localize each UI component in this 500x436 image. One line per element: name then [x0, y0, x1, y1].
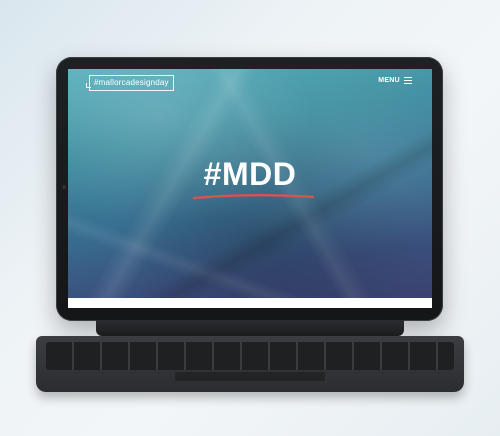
hero-title: #MDD — [203, 156, 297, 192]
hero-underline — [192, 194, 315, 200]
front-camera — [62, 185, 66, 189]
tablet-screen: #mallorcadesignday MENU #MDD — [68, 69, 432, 308]
keyboard — [36, 336, 464, 392]
menu-button[interactable]: MENU — [378, 77, 412, 84]
site-logo[interactable]: #mallorcadesignday — [86, 75, 174, 91]
screen-bottom-bar — [68, 298, 432, 308]
menu-label: MENU — [378, 77, 400, 84]
hamburger-icon — [404, 77, 412, 84]
keyboard-hinge — [96, 320, 404, 336]
trackpad — [175, 372, 325, 381]
keyboard-keys — [46, 342, 454, 370]
